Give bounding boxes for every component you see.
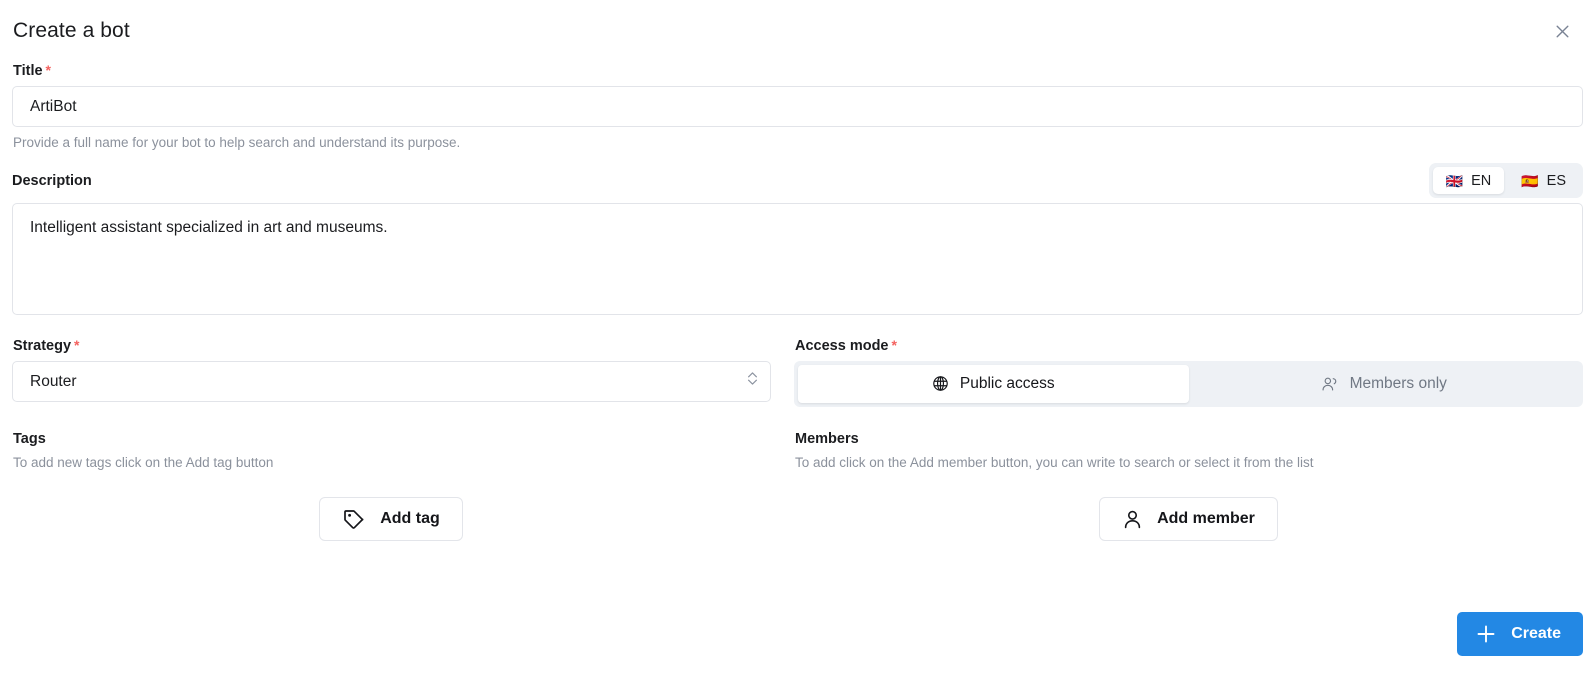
add-tag-button[interactable]: Add tag <box>319 497 463 542</box>
uk-flag-icon: 🇬🇧 <box>1445 172 1464 189</box>
title-required-marker: * <box>45 62 51 78</box>
create-bot-dialog: Create a bot Title* Provide a full name … <box>0 0 1595 677</box>
language-button-es[interactable]: 🇪🇸 ES <box>1508 167 1579 194</box>
description-textarea[interactable] <box>12 202 1583 315</box>
dialog-footer: Create <box>1457 612 1583 656</box>
spain-flag-icon: 🇪🇸 <box>1521 172 1539 189</box>
add-tag-button-wrap: Add tag <box>12 497 770 542</box>
title-label-text: Title <box>13 63 43 79</box>
add-member-button-wrap: Add member <box>794 497 1583 542</box>
create-button-label: Create <box>1511 625 1561 642</box>
description-label: Description <box>12 172 92 189</box>
access-mode-segmented-control: Public access Members only <box>794 360 1583 407</box>
language-code-en: EN <box>1471 172 1492 189</box>
access-mode-members-label: Members only <box>1349 374 1447 392</box>
dialog-header: Create a bot <box>12 0 1583 62</box>
access-mode-public-label: Public access <box>959 374 1055 392</box>
access-mode-label-text: Access mode <box>795 337 889 354</box>
strategy-access-row: Strategy * Router Access mode * Public a… <box>12 337 1583 407</box>
strategy-label: Strategy * <box>13 337 770 354</box>
description-field-group: Description 🇬🇧 EN 🇪🇸 ES <box>12 163 1583 315</box>
title-input[interactable] <box>12 86 1583 127</box>
strategy-select[interactable]: Router <box>12 360 771 402</box>
page-title: Create a bot <box>13 19 130 42</box>
language-code-es: ES <box>1546 172 1566 189</box>
strategy-label-text: Strategy <box>13 337 72 354</box>
strategy-select-wrap: Router <box>12 360 771 402</box>
members-hint: To add click on the Add member button, y… <box>795 454 1314 470</box>
access-mode-field-group: Access mode * Public access Members only <box>794 337 1583 407</box>
language-button-en[interactable]: 🇬🇧 EN <box>1432 167 1505 195</box>
access-mode-public-option[interactable]: Public access <box>798 364 1189 403</box>
plus-icon <box>1475 623 1497 645</box>
description-header: Description 🇬🇧 EN 🇪🇸 ES <box>12 163 1583 199</box>
tag-icon <box>342 507 366 531</box>
tags-members-row: Tags To add new tags click on the Add ta… <box>12 431 1583 542</box>
language-switcher: 🇬🇧 EN 🇪🇸 ES <box>1428 163 1583 199</box>
person-icon <box>1122 509 1143 530</box>
people-icon <box>1321 375 1339 393</box>
tags-label: Tags <box>13 430 46 447</box>
title-hint: Provide a full name for your bot to help… <box>13 135 461 150</box>
close-icon[interactable] <box>1547 16 1577 46</box>
add-tag-label: Add tag <box>380 510 440 528</box>
create-button[interactable]: Create <box>1457 612 1583 656</box>
members-label: Members <box>795 430 859 447</box>
strategy-field-group: Strategy * Router <box>12 337 794 407</box>
access-mode-members-option[interactable]: Members only <box>1189 365 1580 403</box>
access-mode-required-marker: * <box>891 336 897 353</box>
tags-hint: To add new tags click on the Add tag but… <box>13 454 274 470</box>
access-mode-label: Access mode * <box>795 337 1583 354</box>
strategy-required-marker: * <box>74 336 80 353</box>
add-member-button[interactable]: Add member <box>1099 497 1278 542</box>
members-section: Members To add click on the Add member b… <box>794 431 1583 542</box>
title-field-group: Title* Provide a full name for your bot … <box>12 62 1583 152</box>
title-label: Title * <box>13 62 1583 79</box>
tags-section: Tags To add new tags click on the Add ta… <box>12 431 794 542</box>
globe-icon <box>932 375 949 392</box>
add-member-label: Add member <box>1157 510 1255 528</box>
